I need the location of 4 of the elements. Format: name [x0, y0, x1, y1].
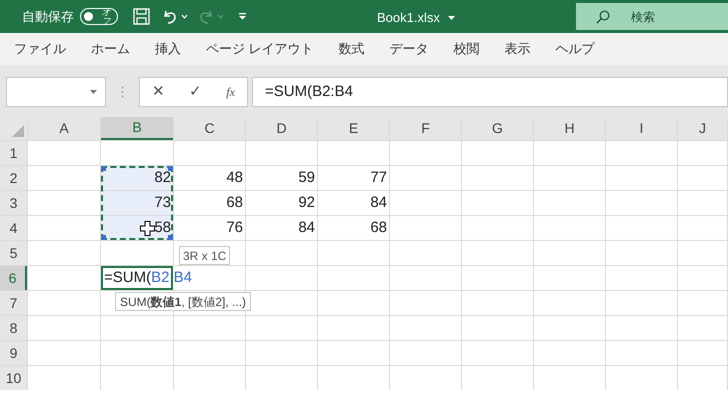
file-name: Book1.xlsx — [377, 9, 440, 27]
function-tooltip: SUM(数値1, [数値2], ...) — [115, 292, 252, 311]
autosave-label: 自動保存 — [22, 8, 74, 26]
size-tooltip: 3R x 1C — [179, 246, 230, 265]
